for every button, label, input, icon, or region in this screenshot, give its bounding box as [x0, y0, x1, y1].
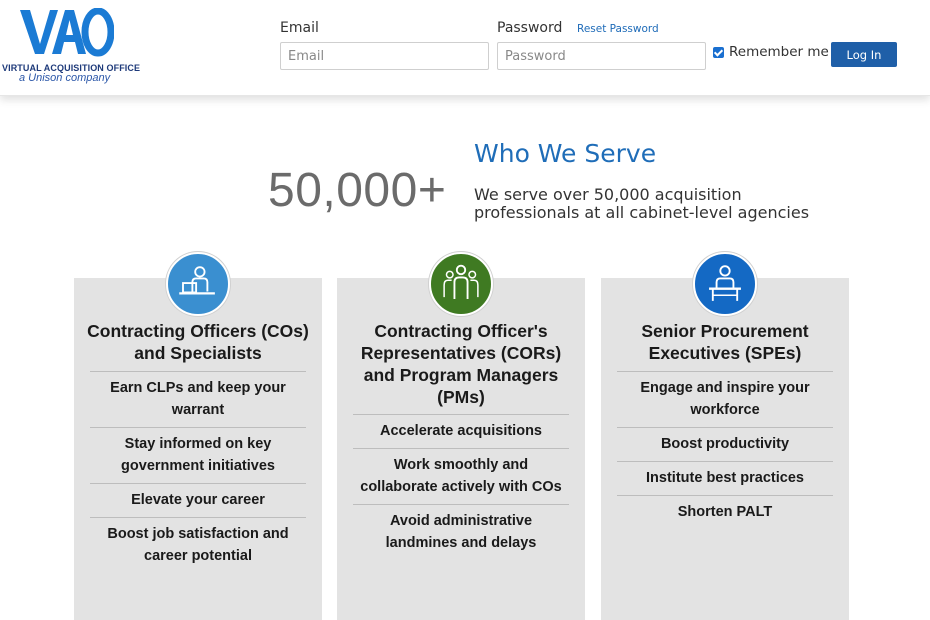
- list-item: Engage and inspire your workforce: [617, 371, 833, 427]
- who-we-serve-description: We serve over 50,000 acquisition profess…: [474, 185, 810, 222]
- list-item: Avoid administrative landmines and delay…: [353, 504, 569, 560]
- password-label: Password: [497, 20, 563, 36]
- card-contracting-officers: Contracting Officers (COs) and Specialis…: [74, 278, 322, 620]
- card-benefits-list: Earn CLPs and keep your warrant Stay inf…: [90, 371, 306, 573]
- logo-tagline: a Unison company: [19, 72, 111, 84]
- list-item: Shorten PALT: [617, 495, 833, 529]
- person-at-laptop-icon: [166, 252, 230, 316]
- login-button[interactable]: Log In: [831, 42, 897, 67]
- list-item: Boost productivity: [617, 427, 833, 461]
- card-title: Contracting Officer's Representatives (C…: [360, 321, 562, 407]
- reset-password-link[interactable]: Reset Password: [577, 23, 659, 35]
- served-count: 50,000+: [268, 164, 447, 217]
- card-benefits-list: Accelerate acquisitions Work smoothly an…: [353, 414, 569, 560]
- list-item: Institute best practices: [617, 461, 833, 495]
- card-senior-procurement-executives: Senior Procurement Executives (SPEs) Eng…: [601, 278, 849, 620]
- remember-me-checkbox[interactable]: [713, 46, 724, 58]
- list-item: Elevate your career: [90, 483, 306, 517]
- card-title: Senior Procurement Executives (SPEs): [641, 321, 809, 363]
- card-benefits-list: Engage and inspire your workforce Boost …: [617, 371, 833, 529]
- remember-me[interactable]: Remember me: [713, 44, 829, 60]
- list-item: Stay informed on key government initiati…: [90, 427, 306, 483]
- who-we-serve-title: Who We Serve: [474, 139, 657, 168]
- list-item: Accelerate acquisitions: [353, 414, 569, 448]
- card-cors-and-pms: Contracting Officer's Representatives (C…: [337, 278, 585, 620]
- team-group-icon: [429, 252, 493, 316]
- password-field[interactable]: [497, 42, 706, 70]
- remember-me-label: Remember me: [729, 44, 829, 60]
- email-label: Email: [280, 20, 319, 36]
- list-item: Earn CLPs and keep your warrant: [90, 371, 306, 427]
- list-item: Work smoothly and collaborate actively w…: [353, 448, 569, 504]
- list-item: Boost job satisfaction and career potent…: [90, 517, 306, 573]
- site-header: VIRTUAL ACQUISITION OFFICE a Unison comp…: [0, 0, 930, 96]
- vao-logo[interactable]: VIRTUAL ACQUISITION OFFICE a Unison comp…: [2, 8, 142, 88]
- email-field[interactable]: [280, 42, 489, 70]
- person-at-desk-icon: [693, 252, 757, 316]
- card-title: Contracting Officers (COs) and Specialis…: [87, 321, 309, 363]
- vao-logo-mark: [20, 8, 114, 57]
